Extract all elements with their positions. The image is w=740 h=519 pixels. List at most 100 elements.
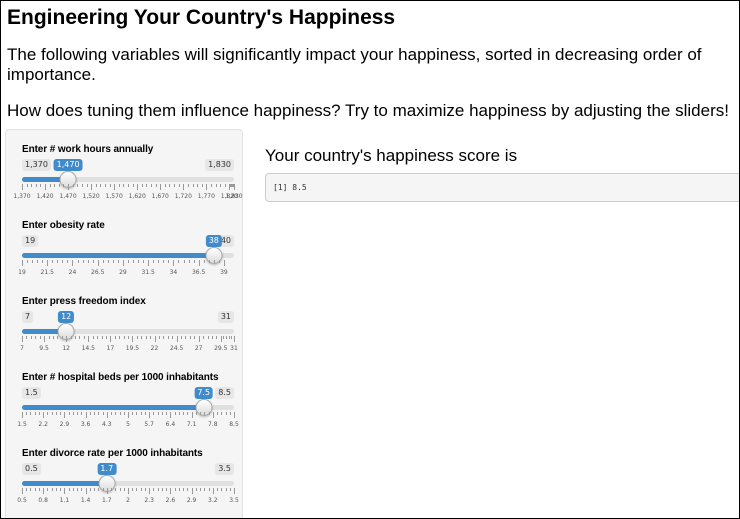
slider-minor-tick: [79, 336, 81, 339]
slider-minor-tick: [216, 336, 218, 339]
slider-minor-tick: [75, 336, 76, 339]
slider-minor-tick: [164, 184, 166, 187]
slider-minor-tick: [123, 184, 125, 187]
slider-minor-tick: [187, 184, 189, 187]
slider-value-label: 38: [205, 235, 222, 247]
slider-min-label: 1,370: [22, 159, 51, 171]
slider-max-label: 3.5: [215, 463, 234, 475]
slider-tick-label: 1,570: [105, 193, 123, 200]
slider-minor-tick: [35, 184, 37, 187]
slider-label: Enter # work hours annually: [22, 144, 154, 155]
slider-minor-tick: [51, 412, 53, 415]
slider-tick-label: 31: [230, 345, 238, 352]
slider-min-label: 19: [22, 235, 39, 247]
slider-minor-tick: [197, 184, 199, 187]
slider-minor-tick: [68, 488, 70, 491]
slider-minor-tick: [26, 412, 28, 415]
slider-minor-tick: [77, 260, 79, 263]
slider-minor-tick: [72, 184, 74, 187]
slider-minor-tick: [128, 336, 129, 339]
slider-tick: [97, 260, 99, 266]
slider-track[interactable]: [22, 177, 234, 182]
app-frame: Engineering Your Country's Happiness The…: [0, 0, 740, 519]
slider-minor-tick: [215, 184, 217, 187]
slider-group: Enter # work hours annually 1,370 1,830 1,4…: [13, 144, 242, 216]
slider-ticks: [22, 184, 235, 192]
slider-minor-tick: [163, 260, 165, 263]
slider-tick-label: 22: [150, 345, 159, 352]
slider-tick-label: 39: [220, 269, 228, 276]
slider-minor-tick: [166, 488, 168, 491]
slider-tick-label: 34: [169, 269, 178, 276]
slider-minor-tick: [229, 412, 231, 415]
slider-minor-tick: [157, 488, 159, 491]
slider-minor-tick: [98, 488, 100, 491]
slider-minor-tick: [208, 412, 210, 415]
slider-minor-tick: [221, 488, 223, 491]
slider-tick-label: 1,370: [13, 193, 31, 200]
slider-track[interactable]: [22, 253, 234, 258]
slider-minor-tick: [102, 488, 104, 491]
slider-value-label: 7.5: [194, 387, 214, 399]
slider-minor-tick: [145, 336, 147, 339]
slider-tick: [220, 336, 222, 342]
slider-label: Enter obesity rate: [22, 220, 105, 231]
slider-minor-tick: [94, 488, 96, 491]
sidebar-panel: Enter # work hours annually 1,370 1,830 1,4…: [5, 129, 243, 518]
slider-tick-label: 24.5: [169, 345, 184, 352]
slider-min-label: 0.5: [22, 463, 41, 475]
slider-tick-label: 2.2: [38, 421, 48, 428]
slider-tick-label: 2.9: [59, 421, 70, 428]
slider-minor-tick: [30, 336, 32, 339]
slider-minor-tick: [150, 336, 152, 339]
slider-minor-tick: [104, 184, 106, 187]
slider-tick: [149, 488, 151, 494]
slider-minor-tick: [178, 412, 180, 415]
slider-track[interactable]: [22, 481, 234, 486]
slider-tick-label: 7: [20, 345, 24, 352]
slider-minor-tick: [58, 184, 60, 187]
slider-minor-tick: [26, 184, 28, 187]
slider-tick: [91, 184, 93, 190]
slider-tick: [132, 336, 134, 342]
slider-minor-tick: [203, 260, 205, 263]
slider-minor-tick: [30, 488, 32, 491]
slider-minor-tick: [38, 488, 40, 491]
slider-minor-tick: [83, 336, 85, 339]
slider-minor-tick: [185, 336, 187, 339]
slider-minor-tick: [200, 488, 202, 491]
slider-max-label: 31: [217, 311, 234, 323]
slider-minor-tick: [67, 260, 69, 263]
slider-tick-label: 14.5: [81, 345, 95, 352]
slider-minor-tick: [105, 336, 107, 339]
slider-tick: [170, 488, 172, 494]
slider-minor-tick: [61, 336, 63, 339]
slider-minor-tick: [187, 412, 189, 415]
slider-minor-tick: [144, 488, 146, 491]
slider-tick-labels: 19 21.5 24 26.5 29 31.5 34 36.5 39: [18, 269, 234, 279]
slider-minor-tick: [200, 412, 202, 415]
happiness-score-output: [1] 8.5: [265, 173, 739, 202]
slider-minor-tick: [220, 184, 222, 187]
slider-tick: [106, 488, 108, 494]
slider-minor-tick: [70, 336, 72, 339]
slider-minor-tick: [55, 412, 57, 415]
slider-minor-tick: [60, 412, 62, 415]
slider-tick: [64, 488, 66, 494]
slider-minor-tick: [81, 184, 83, 187]
slider-tick-label: 29.5: [214, 345, 228, 352]
slider-tick: [170, 412, 172, 418]
slider-tick-label: 1,670: [151, 193, 169, 200]
slider-minor-tick: [34, 412, 36, 415]
slider-minor-tick: [94, 412, 96, 415]
slider-tick: [137, 184, 139, 190]
slider-minor-tick: [183, 260, 185, 263]
slider-tick-label: 2.9: [186, 497, 197, 504]
slider-track[interactable]: [22, 329, 234, 334]
slider-tick: [234, 412, 235, 418]
slider-minor-tick: [136, 336, 138, 339]
slider-value-label: 12: [58, 311, 75, 323]
slider-minor-tick: [217, 412, 219, 415]
slider-minor-tick: [141, 184, 143, 187]
slider-minor-tick: [119, 336, 121, 339]
